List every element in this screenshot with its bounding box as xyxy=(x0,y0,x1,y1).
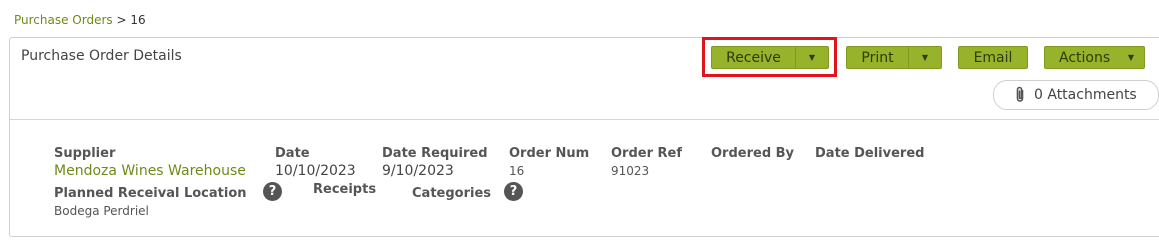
planned-receival-location-label: Planned Receival Location xyxy=(54,186,247,201)
date-delivered-label: Date Delivered xyxy=(815,146,925,161)
print-button-label[interactable]: Print xyxy=(847,47,908,68)
supplier-link[interactable]: Mendoza Wines Warehouse xyxy=(54,163,246,179)
actions-dropdown-caret-icon[interactable]: ▼ xyxy=(1118,47,1144,68)
breadcrumb-current: 16 xyxy=(130,13,146,27)
order-num-label: Order Num xyxy=(509,146,590,161)
print-button[interactable]: Print ▼ xyxy=(846,46,942,69)
order-ref-label: Order Ref xyxy=(611,146,683,161)
receive-dropdown-caret-icon[interactable]: ▼ xyxy=(795,47,828,68)
receive-button[interactable]: Receive ▼ xyxy=(711,46,829,69)
actions-button-label[interactable]: Actions xyxy=(1045,47,1118,68)
breadcrumb-separator: > xyxy=(112,13,131,27)
categories-help-icon[interactable]: ? xyxy=(504,182,523,201)
planned-location-help-icon[interactable]: ? xyxy=(263,182,282,201)
order-num-value: 16 xyxy=(509,164,525,178)
email-button[interactable]: Email xyxy=(958,46,1028,69)
date-value: 10/10/2023 xyxy=(275,163,356,179)
ordered-by-label: Ordered By xyxy=(711,146,795,161)
receipts-label: Receipts xyxy=(313,182,377,197)
date-required-label: Date Required xyxy=(382,146,488,161)
date-required-value: 9/10/2023 xyxy=(382,163,454,179)
supplier-label: Supplier xyxy=(54,146,116,161)
receive-button-label[interactable]: Receive xyxy=(712,47,795,68)
categories-label: Categories xyxy=(412,186,492,201)
panel-title: Purchase Order Details xyxy=(21,48,182,64)
paperclip-icon xyxy=(1014,86,1026,104)
order-ref-value: 91023 xyxy=(611,164,650,178)
email-button-label[interactable]: Email xyxy=(959,47,1027,68)
attachments-button[interactable]: 0 Attachments xyxy=(993,80,1159,110)
attachments-label[interactable]: 0 Attachments xyxy=(1034,87,1137,103)
breadcrumb: Purchase Orders > 16 xyxy=(14,13,146,27)
breadcrumb-purchase-orders-link[interactable]: Purchase Orders xyxy=(14,13,113,27)
date-label: Date xyxy=(275,146,310,161)
planned-receival-location-value: Bodega Perdriel xyxy=(54,204,149,218)
print-dropdown-caret-icon[interactable]: ▼ xyxy=(908,47,941,68)
panel-divider xyxy=(10,119,1159,120)
purchase-order-details-panel: Purchase Order Details Receive ▼ Print ▼… xyxy=(9,37,1159,237)
actions-button[interactable]: Actions ▼ xyxy=(1044,46,1145,69)
